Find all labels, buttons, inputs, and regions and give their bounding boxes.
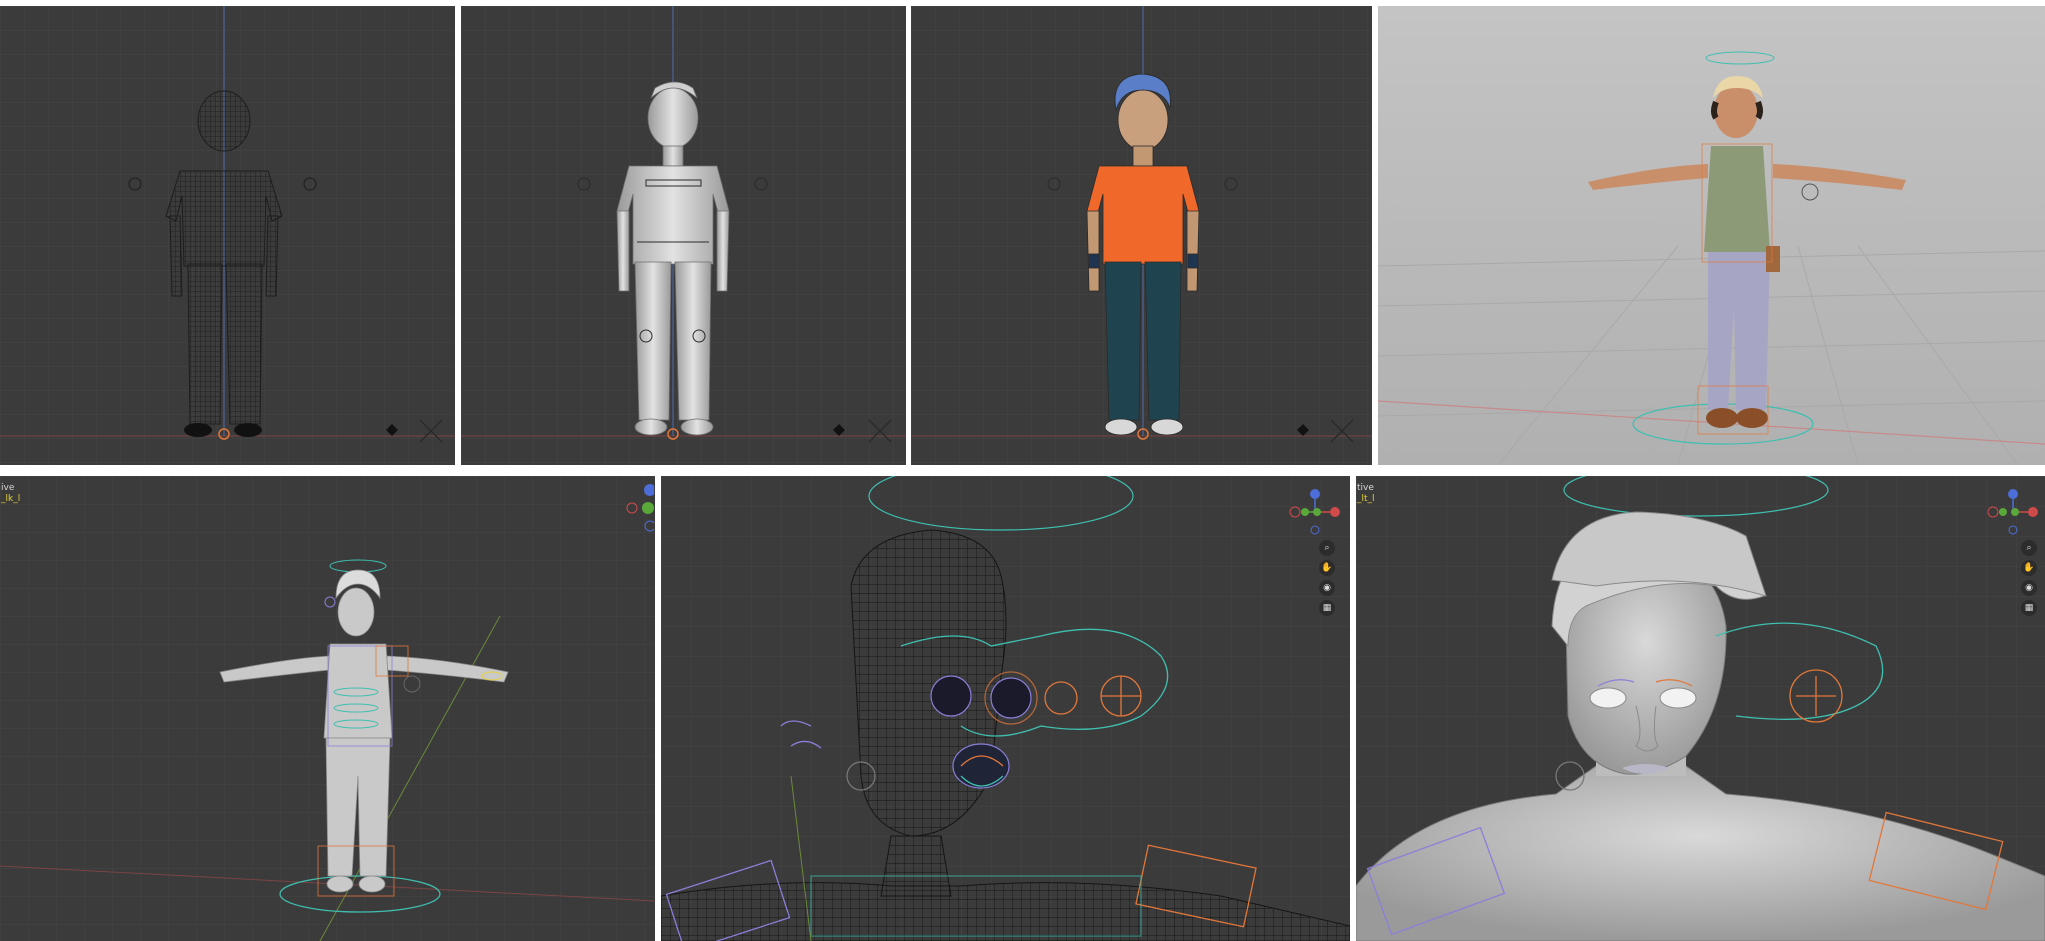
hand-icon[interactable]: ✋ bbox=[1319, 560, 1335, 576]
material-front-scene bbox=[911, 6, 1372, 465]
interaction-mode-label: ive bbox=[1, 483, 15, 493]
viewport-navigation-tools: ⌕ ✋ ◉ ▦ bbox=[1319, 540, 1335, 616]
x-axis-icon[interactable] bbox=[1330, 507, 1340, 517]
camera-icon[interactable]: ◉ bbox=[1319, 580, 1335, 596]
z-axis-icon[interactable] bbox=[2008, 489, 2018, 499]
neg-y-axis-icon[interactable] bbox=[2011, 508, 2019, 516]
magnifier-icon[interactable]: ⌕ bbox=[2021, 540, 2037, 556]
head-wireframe-scene bbox=[661, 476, 1350, 941]
neg-x-axis-icon[interactable] bbox=[1987, 506, 1999, 518]
camera-icon[interactable]: ◉ bbox=[2021, 580, 2037, 596]
rendered-scene bbox=[1378, 6, 2045, 465]
hand-icon[interactable]: ✋ bbox=[2021, 560, 2037, 576]
viewport-wireframe-front[interactable] bbox=[0, 6, 455, 465]
neg-y-axis-icon[interactable] bbox=[1313, 508, 1321, 516]
rig-full-scene bbox=[0, 476, 655, 941]
y-axis-icon[interactable] bbox=[1999, 508, 2007, 516]
head-closeup-scene bbox=[1356, 476, 2045, 941]
y-axis-icon[interactable] bbox=[1301, 508, 1309, 516]
y-axis-icon[interactable] bbox=[642, 502, 654, 514]
active-object-label: _lk_l bbox=[1, 494, 21, 504]
overlay-info: ive _lk_l bbox=[1, 483, 20, 505]
neg-z-axis-icon[interactable] bbox=[644, 520, 654, 532]
z-axis-icon[interactable] bbox=[1310, 489, 1320, 499]
axis-gizmo[interactable] bbox=[1288, 488, 1342, 538]
grid-icon[interactable]: ▦ bbox=[1319, 600, 1335, 616]
magnifier-icon[interactable]: ⌕ bbox=[1319, 540, 1335, 556]
x-axis-icon[interactable] bbox=[2028, 507, 2038, 517]
neg-x-axis-icon[interactable] bbox=[626, 502, 638, 514]
viewport-solid-front[interactable] bbox=[461, 6, 906, 465]
neg-x-axis-icon[interactable] bbox=[1289, 506, 1301, 518]
viewport-rig-head-wireframe[interactable]: ⌕ ✋ ◉ ▦ bbox=[661, 476, 1350, 941]
viewport-rendered-perspective[interactable] bbox=[1378, 6, 2045, 465]
z-axis-icon[interactable] bbox=[644, 484, 654, 496]
solid-front-scene bbox=[461, 6, 906, 465]
neg-z-axis-icon[interactable] bbox=[2008, 525, 2018, 535]
overlay-info: tive _lt_l bbox=[1357, 483, 1375, 505]
viewport-head-closeup[interactable]: tive _lt_l ⌕ ✋ ◉ ▦ bbox=[1356, 476, 2045, 941]
active-object-label: _lt_l bbox=[1357, 494, 1375, 504]
viewport-material-front[interactable] bbox=[911, 6, 1372, 465]
grid-icon[interactable]: ▦ bbox=[2021, 600, 2037, 616]
interaction-mode-label: tive bbox=[1357, 483, 1374, 493]
viewport-navigation-tools: ⌕ ✋ ◉ ▦ bbox=[2021, 540, 2037, 616]
wireframe-front-scene bbox=[0, 6, 455, 465]
axis-gizmo[interactable] bbox=[624, 484, 654, 534]
viewport-rig-full-body[interactable]: ive _lk_l bbox=[0, 476, 655, 941]
axis-gizmo[interactable] bbox=[1986, 488, 2040, 538]
neg-z-axis-icon[interactable] bbox=[1310, 525, 1320, 535]
